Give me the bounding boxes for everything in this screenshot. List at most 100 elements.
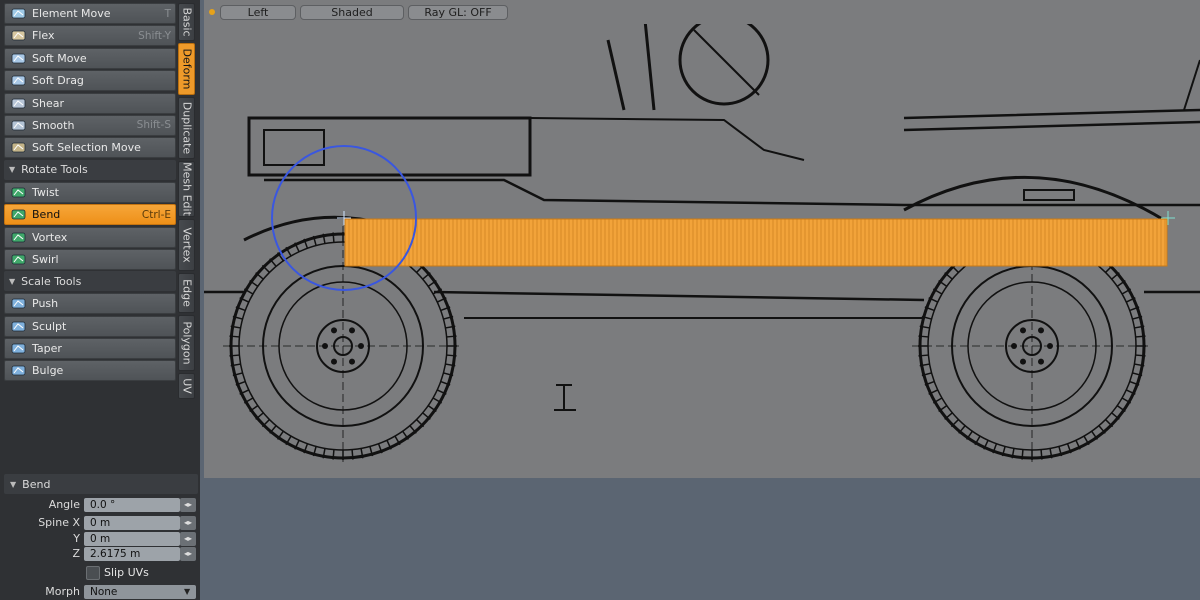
angle-field[interactable]: 0.0 ° — [84, 497, 180, 512]
morph-dropdown[interactable]: None — [84, 584, 196, 599]
front-wheel-tread — [446, 354, 457, 357]
tab-polygon[interactable]: Polygon — [178, 315, 195, 371]
tool-shortcut: Ctrl-E — [141, 208, 171, 221]
front-wheel-tread — [332, 232, 335, 243]
spine-x-field[interactable]: 0 m — [84, 515, 180, 530]
tool-vortex-button[interactable]: Vortex — [4, 226, 176, 248]
chevron-down-icon[interactable]: ▼ — [184, 587, 190, 596]
frame-line — [204, 290, 1200, 302]
tab-label: Deform — [180, 48, 193, 90]
collapse-triangle-icon: ▼ — [9, 276, 16, 286]
tool-sculpt-button[interactable]: Sculpt — [4, 315, 176, 337]
tab-mesh-edit[interactable]: Mesh Edit — [178, 161, 195, 217]
rear-wheel-tread — [918, 335, 929, 338]
tab-basic[interactable]: Basic — [178, 3, 195, 41]
angle-label: Angle — [48, 498, 80, 511]
tool-soft-move-button[interactable]: Soft Move — [4, 47, 176, 69]
spine-z-label: Z — [72, 547, 80, 560]
section-title: Rotate Tools — [21, 163, 88, 177]
angle-stepper[interactable]: ◂▸ — [180, 497, 196, 512]
tab-label: Duplicate — [180, 101, 193, 155]
tool-taper-button[interactable]: Taper — [4, 338, 176, 360]
twist-icon — [10, 185, 26, 199]
3d-viewport[interactable]: Left Shaded Ray GL: OFF — [204, 0, 1200, 478]
tool-swirl-button[interactable]: Swirl — [4, 248, 176, 270]
shading-mode-button[interactable]: Shaded — [300, 5, 404, 20]
spine-y-field[interactable]: 0 m — [84, 531, 180, 546]
tab-edge[interactable]: Edge — [178, 273, 195, 313]
tool-bend-button[interactable]: Bend Ctrl-E — [4, 204, 176, 226]
viewport-header: Left Shaded Ray GL: OFF — [204, 0, 1200, 24]
tool-label: Push — [32, 297, 59, 311]
vortex-icon — [10, 230, 26, 244]
tab-label: Edge — [180, 279, 193, 307]
spine-y-stepper[interactable]: ◂▸ — [180, 531, 196, 546]
tab-label: Vertex — [180, 227, 193, 263]
tab-uv[interactable]: UV — [178, 373, 195, 399]
tool-label: Bulge — [32, 364, 64, 378]
morph-label: Morph — [45, 585, 80, 598]
tool-section-header[interactable]: ▼ Scale Tools — [4, 271, 176, 292]
spine-x-stepper[interactable]: ◂▸ — [180, 515, 196, 530]
flex-icon — [10, 29, 26, 43]
rear-wheel-tread — [1040, 449, 1043, 460]
steering-column — [693, 29, 760, 96]
rear-wheel-tread — [918, 354, 929, 357]
taper-icon — [10, 342, 26, 356]
tool-list: Element Move T Flex Shift-Y Soft Move Soft Dr… — [4, 3, 176, 383]
shear-icon — [10, 96, 26, 110]
raygl-button[interactable]: Ray GL: OFF — [408, 5, 508, 20]
body-line — [264, 178, 1200, 207]
spine-x-label: Spine X — [38, 516, 80, 529]
engine-detail — [263, 129, 325, 166]
view-mode-button[interactable]: Left — [220, 5, 296, 20]
properties-title: Bend — [22, 477, 51, 491]
collapse-triangle-icon[interactable]: ▼ — [10, 480, 16, 489]
tool-shortcut: Shift-Y — [138, 29, 171, 42]
tool-label: Element Move — [32, 7, 111, 20]
collapse-triangle-icon: ▼ — [9, 165, 16, 175]
bend-mesh — [344, 218, 1168, 267]
rear-wheel-tread — [1135, 335, 1146, 338]
tool-soft-drag-button[interactable]: Soft Drag — [4, 70, 176, 92]
front-wheel-tread — [351, 449, 354, 460]
spine-z-stepper[interactable]: ◂▸ — [180, 546, 196, 561]
rear-wheel-lug — [1020, 327, 1026, 334]
tool-label: Bend — [32, 208, 61, 222]
tool-flex-button[interactable]: Flex Shift-Y — [4, 25, 176, 47]
tool-properties-panel: ▼ Bend Angle 0.0 ° ◂▸ Spine X 0 m ◂▸ Y 0… — [4, 474, 198, 600]
tool-soft-selection-move-button[interactable]: Soft Selection Move — [4, 137, 176, 159]
tab-vertex[interactable]: Vertex — [178, 219, 195, 271]
soft-drag-icon — [10, 74, 26, 88]
rear-fender — [903, 175, 1165, 222]
tool-label: Soft Move — [32, 51, 87, 65]
tool-push-button[interactable]: Push — [4, 293, 176, 315]
tool-shortcut: Shift-S — [136, 119, 171, 132]
tool-twist-button[interactable]: Twist — [4, 181, 176, 203]
tool-label: Twist — [32, 185, 59, 199]
tool-section-header[interactable]: ▼ Rotate Tools — [4, 159, 176, 180]
rear-rail — [903, 108, 1200, 132]
properties-header: ▼ Bend — [4, 474, 198, 494]
slip-uvs-checkbox[interactable] — [86, 565, 100, 580]
swirl-icon — [10, 252, 26, 266]
tab-label: UV — [180, 378, 193, 394]
tab-duplicate[interactable]: Duplicate — [178, 97, 195, 159]
tool-shear-button[interactable]: Shear — [4, 92, 176, 114]
soft-selection-move-icon — [10, 141, 26, 155]
rear-wheel-lug — [1038, 358, 1044, 365]
spine-z-field[interactable]: 2.6175 m — [84, 546, 180, 561]
tool-label: Swirl — [32, 252, 59, 266]
front-wheel-tread — [446, 335, 457, 338]
tab-deform[interactable]: Deform — [178, 43, 195, 95]
front-wheel-tread — [229, 335, 240, 338]
viewport-status-dot[interactable] — [209, 9, 215, 15]
tool-smooth-button[interactable]: Smooth Shift-S — [4, 114, 176, 136]
tool-element-move-button[interactable]: Element Move T — [4, 3, 176, 24]
tool-bulge-button[interactable]: Bulge — [4, 360, 176, 382]
tool-label: Soft Drag — [32, 74, 84, 88]
tool-label: Shear — [32, 96, 64, 110]
tool-label: Smooth — [32, 118, 75, 132]
tab-label: Basic — [180, 7, 193, 37]
vertical-tab-bar: Basic Deform Duplicate Mesh Edit Vertex Edge P… — [178, 3, 196, 401]
